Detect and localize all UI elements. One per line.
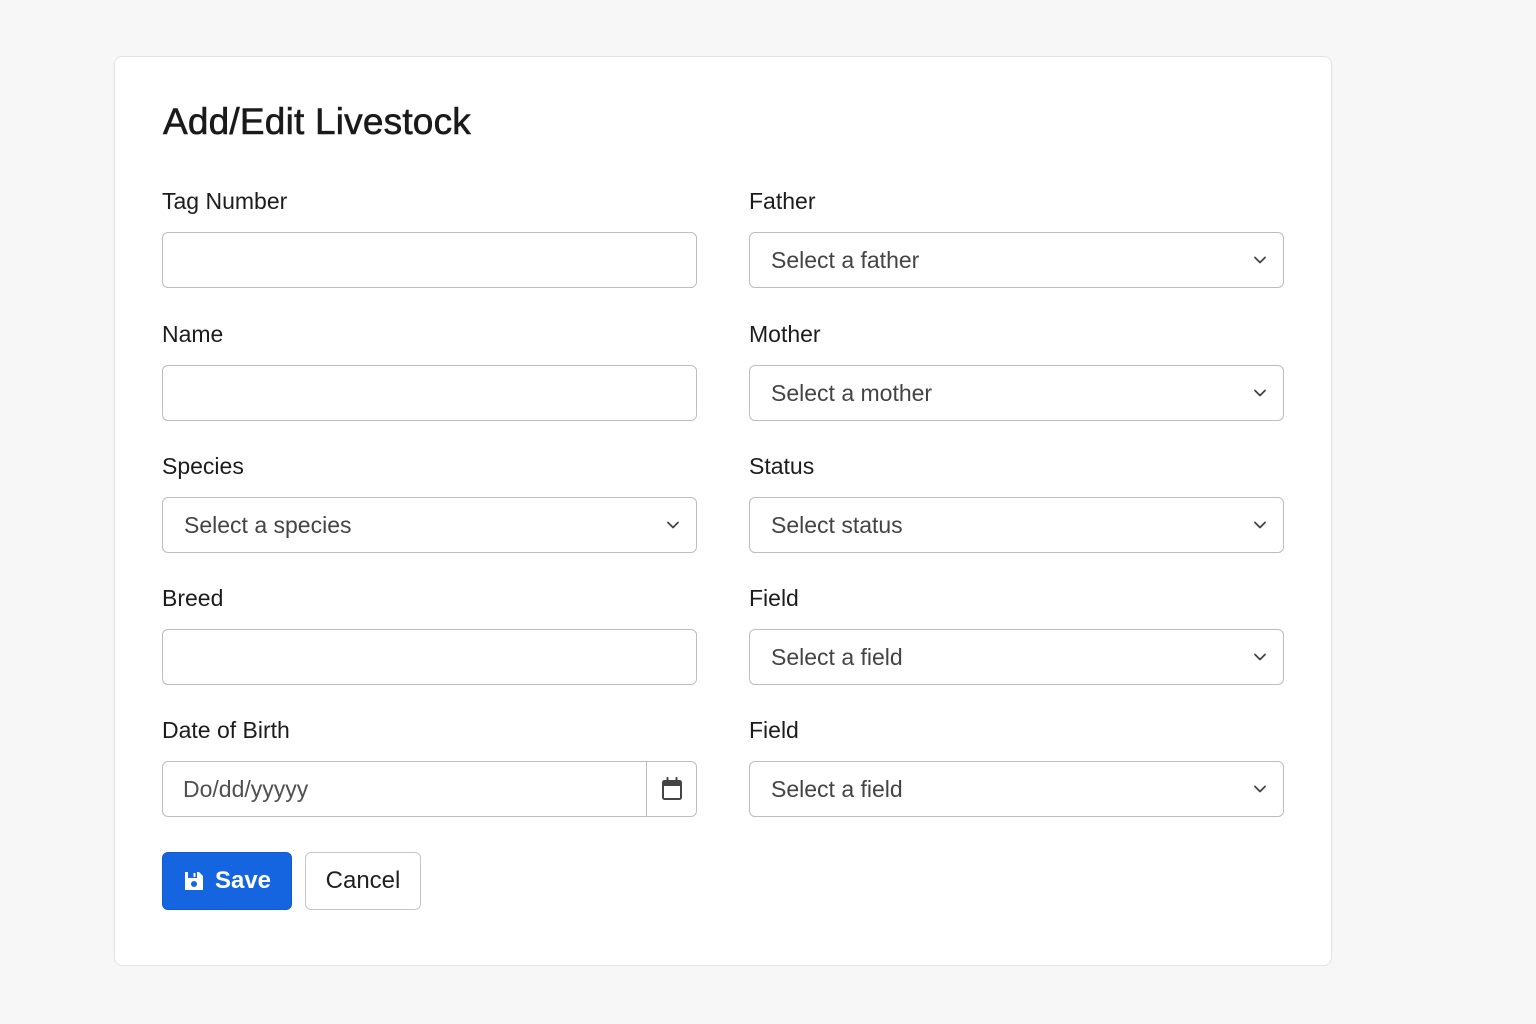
mother-selected-value: Select a mother [771, 379, 933, 406]
chevron-down-icon [1254, 256, 1266, 264]
mother-group: Mother Select a mother [749, 320, 1284, 421]
cancel-button-label: Cancel [325, 867, 401, 894]
calendar-icon [661, 777, 682, 800]
father-group: Father Select a father [749, 187, 1284, 288]
field-label-1: Field [749, 585, 799, 611]
name-label: Name [162, 321, 224, 347]
status-select[interactable]: Select status [749, 497, 1284, 553]
field-selected-value-1: Select a field [771, 643, 903, 670]
floppy-disk-icon [184, 872, 203, 890]
chevron-down-icon [1254, 521, 1266, 529]
save-button-label: Save [214, 867, 272, 894]
date-of-birth-control [162, 761, 697, 817]
father-selected-value: Select a father [771, 246, 920, 273]
page-title: Add/Edit Livestock [163, 101, 471, 143]
field-label-2: Field [749, 717, 799, 743]
species-select[interactable]: Select a species [162, 497, 697, 553]
name-group: Name [162, 320, 697, 421]
breed-label: Breed [162, 585, 224, 611]
save-button[interactable]: Save [162, 852, 292, 910]
father-label: Father [749, 188, 816, 214]
chevron-down-icon [667, 521, 679, 529]
tag-number-input[interactable] [163, 233, 696, 287]
mother-label: Mother [749, 321, 821, 347]
name-control [162, 365, 697, 421]
chevron-down-icon [1254, 389, 1266, 397]
date-of-birth-group: Date of Birth [162, 716, 697, 817]
breed-control [162, 629, 697, 685]
chevron-down-icon [1254, 785, 1266, 793]
species-label: Species [162, 453, 244, 479]
date-of-birth-input[interactable] [163, 762, 647, 816]
status-selected-value: Select status [771, 511, 903, 538]
tag-number-control [162, 232, 697, 288]
father-select[interactable]: Select a father [749, 232, 1284, 288]
breed-group: Breed [162, 584, 697, 685]
field-selected-value-2: Select a field [771, 775, 903, 802]
species-group: Species Select a species [162, 452, 697, 553]
breed-input[interactable] [163, 630, 696, 684]
date-picker-button[interactable] [646, 762, 696, 816]
field-select-2[interactable]: Select a field [749, 761, 1284, 817]
livestock-form-card: Add/Edit Livestock Tag Number Name Speci… [114, 56, 1332, 966]
form-actions: Save Cancel [162, 852, 421, 910]
cancel-button[interactable]: Cancel [305, 852, 421, 910]
species-selected-value: Select a species [184, 511, 352, 538]
field-select-1[interactable]: Select a field [749, 629, 1284, 685]
tag-number-group: Tag Number [162, 187, 697, 288]
chevron-down-icon [1254, 653, 1266, 661]
status-label: Status [749, 453, 815, 479]
tag-number-label: Tag Number [162, 188, 288, 214]
mother-select[interactable]: Select a mother [749, 365, 1284, 421]
field-group-2: Field Select a field [749, 716, 1284, 817]
name-input[interactable] [163, 366, 696, 420]
date-of-birth-label: Date of Birth [162, 717, 290, 743]
field-group-1: Field Select a field [749, 584, 1284, 685]
status-group: Status Select status [749, 452, 1284, 553]
